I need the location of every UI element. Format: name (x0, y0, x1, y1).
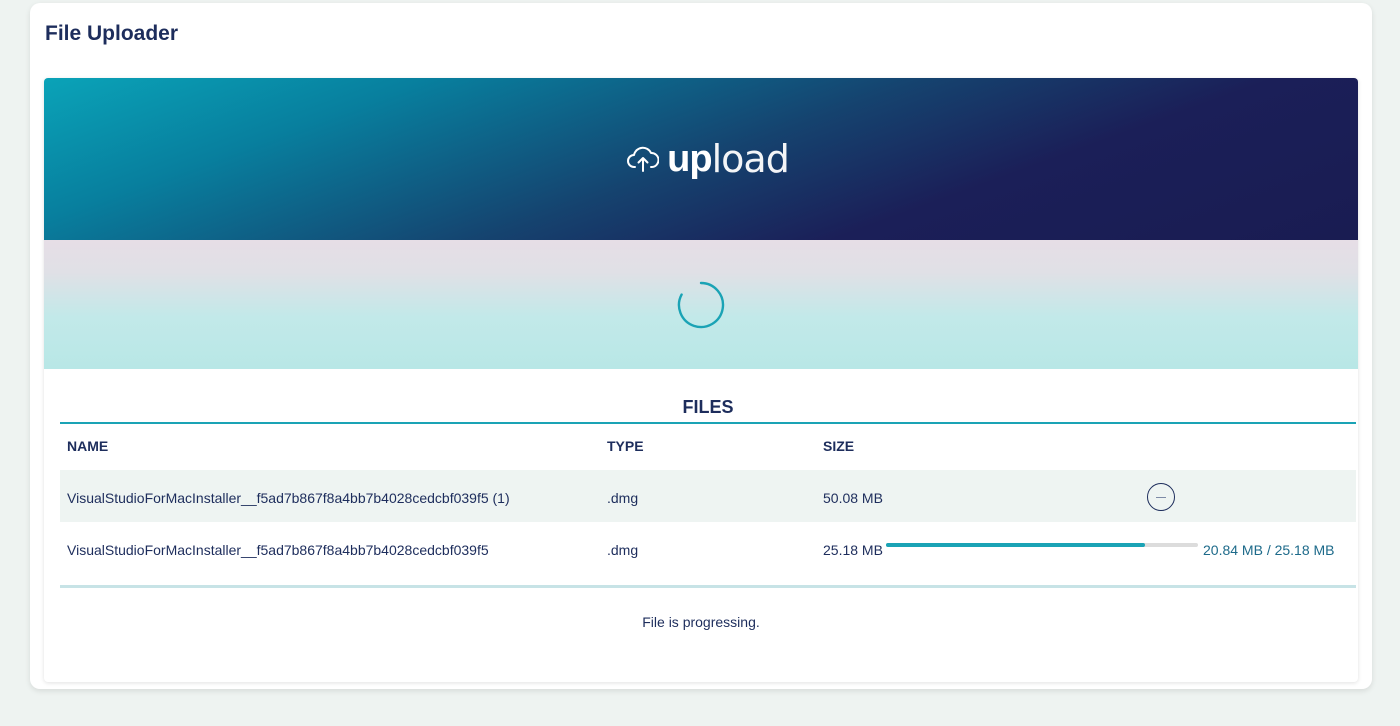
cloud-upload-icon (627, 146, 660, 172)
column-header-size: SIZE (823, 438, 855, 454)
page-title: File Uploader (45, 22, 179, 45)
column-header-name: NAME (67, 438, 109, 454)
file-name: VisualStudioForMacInstaller__f5ad7b867f8… (67, 542, 489, 558)
upload-progress-bar (886, 543, 1198, 547)
files-heading: FILES (60, 390, 1356, 424)
upload-progress-text: 20.84 MB / 25.18 MB (1203, 542, 1335, 558)
file-uploader: up load FILES NAME TYPE SIZE VisualStudio… (44, 78, 1358, 682)
footer-divider (60, 585, 1356, 588)
upload-progress-fill (886, 543, 1145, 547)
file-type: .dmg (607, 542, 639, 558)
drop-zone[interactable] (44, 240, 1358, 369)
loading-spinner-icon (677, 281, 725, 328)
table-header: NAME TYPE SIZE (60, 424, 1356, 470)
file-size: 50.08 MB (823, 490, 883, 506)
status-message: File is progressing. (642, 614, 760, 630)
cancel-circle-icon[interactable] (1147, 483, 1175, 511)
column-header-type: TYPE (607, 438, 644, 454)
page-card: File Uploader up load FILES NAME TYPE SIZ… (30, 3, 1372, 689)
upload-logo: up load (627, 137, 790, 181)
files-table: FILES NAME TYPE SIZE VisualStudioForMacI… (60, 390, 1356, 574)
table-row: VisualStudioForMacInstaller__f5ad7b867f8… (60, 522, 1356, 574)
logo-text-light: load (711, 137, 790, 181)
upload-banner[interactable]: up load (44, 78, 1358, 240)
file-size: 25.18 MB (823, 542, 883, 558)
table-row: VisualStudioForMacInstaller__f5ad7b867f8… (60, 470, 1356, 522)
file-name: VisualStudioForMacInstaller__f5ad7b867f8… (67, 490, 510, 506)
file-type: .dmg (607, 490, 639, 506)
logo-text-bold: up (667, 137, 712, 180)
